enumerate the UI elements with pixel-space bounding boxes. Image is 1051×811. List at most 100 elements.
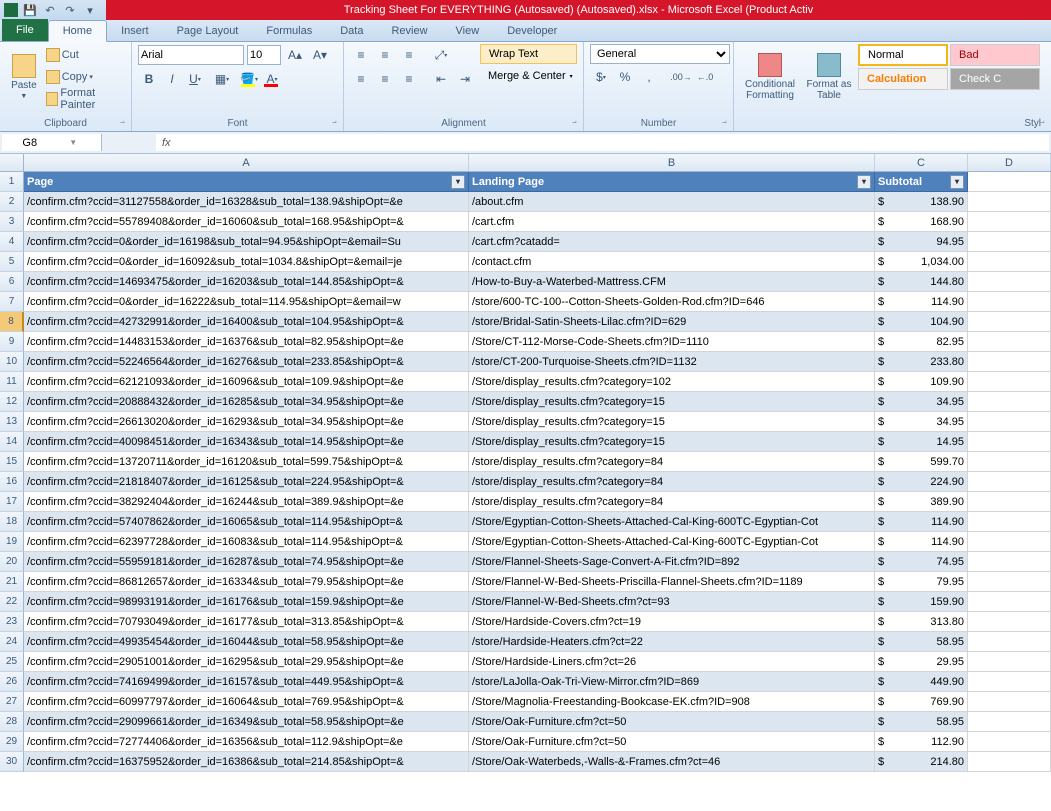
row-header[interactable]: 14	[0, 432, 24, 452]
cell-subtotal[interactable]: $313.80	[875, 612, 968, 632]
style-normal[interactable]: Normal	[858, 44, 948, 66]
cell-page[interactable]: /confirm.cfm?ccid=31127558&order_id=1632…	[24, 192, 469, 212]
cell-page[interactable]: /confirm.cfm?ccid=57407862&order_id=1606…	[24, 512, 469, 532]
undo-icon[interactable]: ↶	[42, 2, 58, 18]
cell-subtotal[interactable]: $82.95	[875, 332, 968, 352]
save-icon[interactable]: 💾	[22, 2, 38, 18]
row-header[interactable]: 10	[0, 352, 24, 372]
filter-icon[interactable]: ▾	[451, 175, 465, 189]
font-name-input[interactable]	[138, 45, 244, 65]
cell-page[interactable]: /confirm.cfm?ccid=20888432&order_id=1628…	[24, 392, 469, 412]
row-header[interactable]: 25	[0, 652, 24, 672]
row-header[interactable]: 6	[0, 272, 24, 292]
tab-developer[interactable]: Developer	[493, 21, 571, 41]
align-center-button[interactable]: ≡	[374, 69, 396, 89]
align-left-button[interactable]: ≡	[350, 69, 372, 89]
number-format-select[interactable]: General	[590, 44, 730, 64]
cell[interactable]	[968, 272, 1051, 292]
cell[interactable]	[968, 572, 1051, 592]
cell-landing[interactable]: /cart.cfm?catadd=	[469, 232, 875, 252]
cell-page[interactable]: /confirm.cfm?ccid=55959181&order_id=1628…	[24, 552, 469, 572]
formula-input[interactable]: fx	[156, 134, 1049, 151]
cell[interactable]	[968, 552, 1051, 572]
col-header-a[interactable]: A	[24, 154, 469, 171]
tab-formulas[interactable]: Formulas	[252, 21, 326, 41]
qat-dropdown-icon[interactable]: ▾	[82, 2, 98, 18]
cell-subtotal[interactable]: $94.95	[875, 232, 968, 252]
cell-subtotal[interactable]: $112.90	[875, 732, 968, 752]
cell[interactable]	[968, 292, 1051, 312]
cell-subtotal[interactable]: $79.95	[875, 572, 968, 592]
align-middle-button[interactable]: ≡	[374, 45, 396, 65]
cell[interactable]	[968, 252, 1051, 272]
cell-page[interactable]: /confirm.cfm?ccid=0&order_id=16198&sub_t…	[24, 232, 469, 252]
cell-landing[interactable]: /store/600-TC-100--Cotton-Sheets-Golden-…	[469, 292, 875, 312]
cell-landing[interactable]: /about.cfm	[469, 192, 875, 212]
row-header[interactable]: 23	[0, 612, 24, 632]
copy-button[interactable]: Copy▾	[46, 66, 125, 88]
cell[interactable]	[968, 392, 1051, 412]
cell-subtotal[interactable]: $449.90	[875, 672, 968, 692]
cell-subtotal[interactable]: $114.90	[875, 532, 968, 552]
cell[interactable]	[968, 212, 1051, 232]
border-button[interactable]: ▦▾	[211, 69, 233, 89]
row-header[interactable]: 11	[0, 372, 24, 392]
tab-page-layout[interactable]: Page Layout	[163, 21, 253, 41]
header-subtotal[interactable]: Subtotal▾	[875, 172, 968, 192]
cell-subtotal[interactable]: $224.90	[875, 472, 968, 492]
tab-review[interactable]: Review	[377, 21, 441, 41]
italic-button[interactable]: I	[161, 69, 183, 89]
cell-landing[interactable]: /store/CT-200-Turquoise-Sheets.cfm?ID=11…	[469, 352, 875, 372]
cell-subtotal[interactable]: $58.95	[875, 712, 968, 732]
row-header[interactable]: 5	[0, 252, 24, 272]
cell-landing[interactable]: /Store/Hardside-Covers.cfm?ct=19	[469, 612, 875, 632]
cell-subtotal[interactable]: $769.90	[875, 692, 968, 712]
cell-page[interactable]: /confirm.cfm?ccid=29099661&order_id=1634…	[24, 712, 469, 732]
cell-landing[interactable]: /Store/Magnolia-Freestanding-Bookcase-EK…	[469, 692, 875, 712]
cell-page[interactable]: /confirm.cfm?ccid=38292404&order_id=1624…	[24, 492, 469, 512]
cell-page[interactable]: /confirm.cfm?ccid=21818407&order_id=1612…	[24, 472, 469, 492]
cell[interactable]	[968, 672, 1051, 692]
cell-page[interactable]: /confirm.cfm?ccid=72774406&order_id=1635…	[24, 732, 469, 752]
row-header[interactable]: 7	[0, 292, 24, 312]
cell-page[interactable]: /confirm.cfm?ccid=14483153&order_id=1637…	[24, 332, 469, 352]
cell-subtotal[interactable]: $159.90	[875, 592, 968, 612]
percent-button[interactable]: %	[614, 67, 636, 87]
file-tab[interactable]: File	[2, 19, 48, 41]
col-header-d[interactable]: D	[968, 154, 1051, 171]
merge-center-button[interactable]: Merge & Center▾	[480, 66, 577, 86]
font-color-button[interactable]: A▾	[261, 69, 283, 89]
style-bad[interactable]: Bad	[950, 44, 1040, 66]
cell[interactable]	[968, 752, 1051, 772]
row-header[interactable]: 4	[0, 232, 24, 252]
row-header[interactable]: 2	[0, 192, 24, 212]
spreadsheet-grid[interactable]: 1 Page▾ Landing Page▾ Subtotal▾ 2 /confi…	[0, 172, 1051, 772]
align-top-button[interactable]: ≡	[350, 45, 372, 65]
cell-landing[interactable]: /contact.cfm	[469, 252, 875, 272]
filter-icon[interactable]: ▾	[950, 175, 964, 189]
style-calculation[interactable]: Calculation	[858, 68, 948, 90]
cell[interactable]	[968, 472, 1051, 492]
tab-insert[interactable]: Insert	[107, 21, 163, 41]
cell-page[interactable]: /confirm.cfm?ccid=0&order_id=16092&sub_t…	[24, 252, 469, 272]
cell-subtotal[interactable]: $114.90	[875, 292, 968, 312]
row-header[interactable]: 26	[0, 672, 24, 692]
cell-page[interactable]: /confirm.cfm?ccid=42732991&order_id=1640…	[24, 312, 469, 332]
redo-icon[interactable]: ↷	[62, 2, 78, 18]
cell-page[interactable]: /confirm.cfm?ccid=26613020&order_id=1629…	[24, 412, 469, 432]
cell-subtotal[interactable]: $14.95	[875, 432, 968, 452]
cell[interactable]	[968, 512, 1051, 532]
orientation-button[interactable]: ⤢▾	[430, 45, 452, 65]
col-header-c[interactable]: C	[875, 154, 968, 171]
cell-landing[interactable]: /Store/Oak-Waterbeds,-Walls-&-Frames.cfm…	[469, 752, 875, 772]
cell[interactable]	[968, 652, 1051, 672]
row-header[interactable]: 20	[0, 552, 24, 572]
cell-landing[interactable]: /Store/Flannel-Sheets-Sage-Convert-A-Fit…	[469, 552, 875, 572]
name-box[interactable]: G8 ▼	[2, 134, 102, 151]
cell-page[interactable]: /confirm.cfm?ccid=98993191&order_id=1617…	[24, 592, 469, 612]
cell[interactable]	[968, 592, 1051, 612]
accounting-format-button[interactable]: $▾	[590, 67, 612, 87]
row-header[interactable]: 1	[0, 172, 24, 192]
cell-landing[interactable]: /Store/Egyptian-Cotton-Sheets-Attached-C…	[469, 512, 875, 532]
cell-subtotal[interactable]: $34.95	[875, 392, 968, 412]
